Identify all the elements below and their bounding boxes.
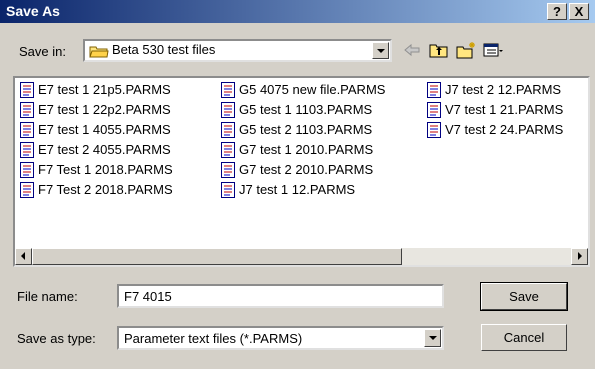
scroll-left-button[interactable] xyxy=(15,248,32,265)
file-item-label: F7 Test 2 2018.PARMS xyxy=(38,182,173,197)
save-button[interactable]: Save xyxy=(480,282,568,311)
save-in-label: Save in: xyxy=(19,44,66,59)
scroll-right-button[interactable] xyxy=(571,248,588,265)
file-item-label: E7 test 1 22p2.PARMS xyxy=(38,102,171,117)
save-in-dropdown[interactable]: Beta 530 test files xyxy=(83,39,392,62)
parms-file-icon xyxy=(20,142,34,158)
file-item-label: G7 test 2 2010.PARMS xyxy=(239,162,374,177)
file-item-label: E7 test 1 21p5.PARMS xyxy=(38,82,171,97)
save-in-dropdown-button[interactable] xyxy=(372,42,389,59)
arrow-right-icon xyxy=(578,252,582,260)
file-list[interactable]: E7 test 1 21p5.PARMS E7 test 1 22p2.PARMS… xyxy=(13,76,590,267)
save-as-type-dropdown-button[interactable] xyxy=(424,329,441,347)
parms-file-icon xyxy=(221,142,235,158)
parms-file-icon xyxy=(221,82,235,98)
file-item-label: E7 test 2 4055.PARMS xyxy=(38,142,171,157)
parms-file-icon xyxy=(427,82,441,98)
save-as-type-dropdown[interactable]: Parameter text files (*.PARMS) xyxy=(117,326,444,350)
arrow-left-icon xyxy=(21,252,25,260)
file-name-value: F7 4015 xyxy=(124,289,172,304)
save-as-type-label: Save as type: xyxy=(17,331,96,346)
file-item-label: J7 test 1 12.PARMS xyxy=(239,182,356,197)
parms-file-icon xyxy=(221,162,235,178)
save-in-value: Beta 530 test files xyxy=(112,42,216,57)
parms-file-icon xyxy=(221,182,235,198)
help-button[interactable]: ? xyxy=(547,3,567,20)
file-item-label: F7 Test 1 2018.PARMS xyxy=(38,162,173,177)
parms-file-icon xyxy=(20,122,34,138)
file-item-label: G5 4075 new file.PARMS xyxy=(239,82,386,97)
parms-file-icon xyxy=(221,122,235,138)
parms-file-icon xyxy=(20,162,34,178)
file-item-label: E7 test 1 4055.PARMS xyxy=(38,122,171,137)
file-item-label: V7 test 2 24.PARMS xyxy=(445,122,564,137)
file-name-input[interactable]: F7 4015 xyxy=(117,284,444,308)
file-item-label: G5 test 2 1103.PARMS xyxy=(239,122,373,137)
parms-file-icon xyxy=(221,102,235,118)
file-item-label: J7 test 2 12.PARMS xyxy=(445,82,562,97)
up-folder-icon[interactable] xyxy=(428,40,450,60)
window-title: Save As xyxy=(6,3,60,19)
parms-file-icon xyxy=(427,102,441,118)
save-as-dialog: Save As ? X Save in: Beta 530 test files… xyxy=(0,0,595,369)
new-folder-icon[interactable] xyxy=(455,40,477,60)
folder-icon xyxy=(89,46,109,58)
back-icon[interactable] xyxy=(401,40,423,60)
parms-file-icon xyxy=(20,102,34,118)
file-item-label: V7 test 1 21.PARMS xyxy=(445,102,564,117)
scroll-thumb[interactable] xyxy=(32,248,402,265)
title-bar[interactable]: Save As ? X xyxy=(0,0,595,23)
parms-file-icon xyxy=(20,82,34,98)
parms-file-icon xyxy=(427,122,441,138)
parms-file-icon xyxy=(20,182,34,198)
view-menu-icon[interactable] xyxy=(482,40,504,60)
close-button[interactable]: X xyxy=(569,3,589,20)
file-item-label: G5 test 1 1103.PARMS xyxy=(239,102,373,117)
file-name-label: File name: xyxy=(17,289,78,304)
file-item-label: G7 test 1 2010.PARMS xyxy=(239,142,374,157)
save-as-type-value: Parameter text files (*.PARMS) xyxy=(124,331,303,346)
horizontal-scrollbar[interactable] xyxy=(15,248,588,265)
cancel-button[interactable]: Cancel xyxy=(481,324,567,351)
